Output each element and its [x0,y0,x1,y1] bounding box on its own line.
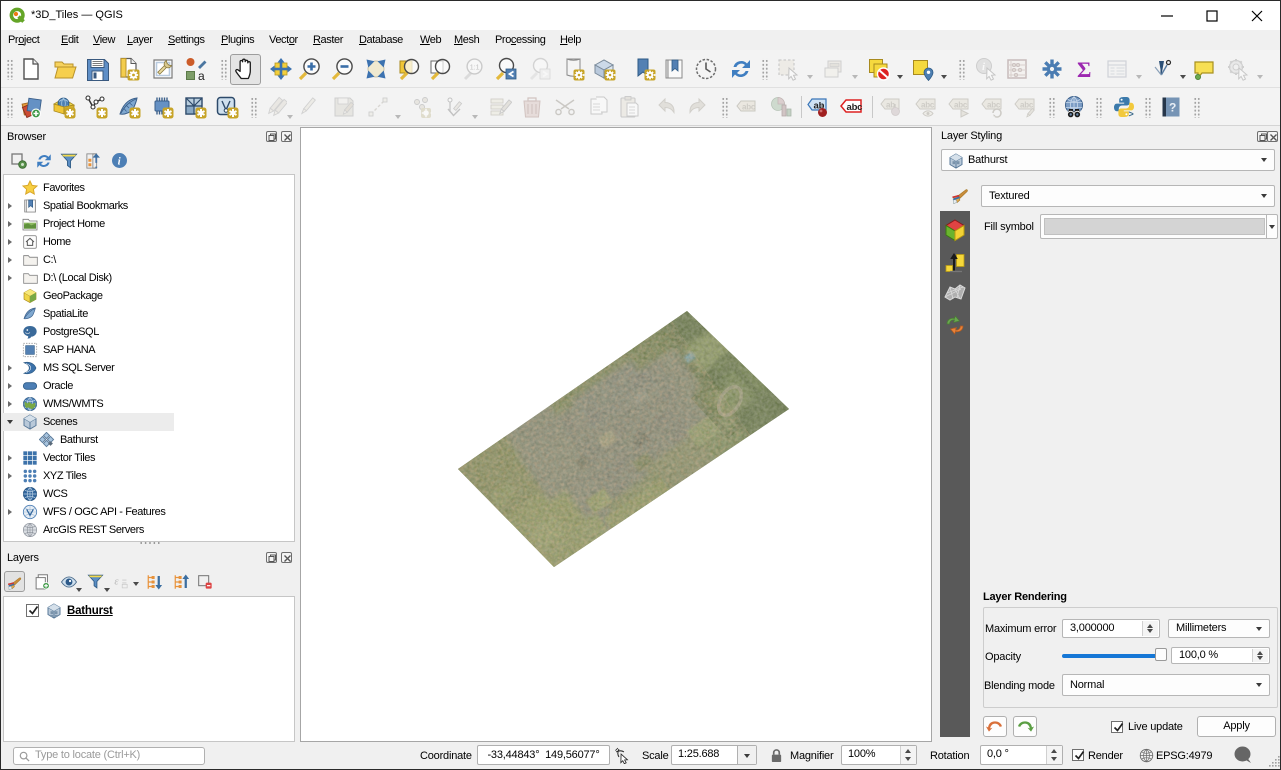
svg-text:abc: abc [921,101,935,110]
svg-text:abc: abc [1020,101,1034,110]
svg-text:abc: abc [954,101,968,110]
svg-text:Σ: Σ [1077,57,1091,81]
svg-text:>: > [1129,109,1134,119]
svg-text:abc: abc [847,102,863,113]
svg-text:a: a [198,69,205,81]
svg-text:abc: abc [742,103,756,112]
svg-text:1:1: 1:1 [470,63,480,72]
svg-text:ε: ε [114,576,119,587]
svg-text:abc: abc [987,101,1001,110]
svg-text:?: ? [1169,101,1176,115]
